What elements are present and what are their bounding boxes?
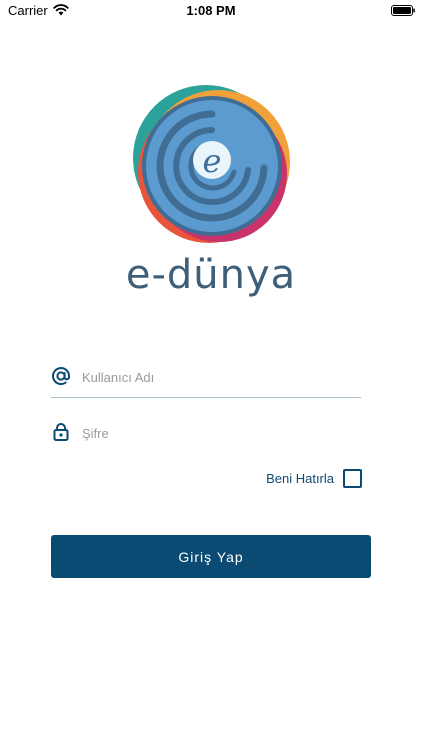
status-time: 1:08 PM bbox=[186, 3, 236, 18]
username-input[interactable] bbox=[82, 364, 352, 390]
at-sign-icon bbox=[52, 367, 70, 386]
brand-name: e-dünya bbox=[125, 252, 297, 298]
remember-me-checkbox[interactable] bbox=[343, 469, 362, 488]
battery-icon bbox=[391, 5, 415, 16]
brand-logo: e bbox=[133, 85, 290, 243]
logo-letter: e bbox=[203, 142, 222, 180]
remember-me-row[interactable]: Beni Hatırla bbox=[51, 468, 362, 490]
password-field[interactable] bbox=[51, 414, 361, 454]
login-button[interactable]: Giriş Yap bbox=[51, 535, 371, 578]
lock-icon bbox=[53, 423, 69, 441]
username-field[interactable] bbox=[51, 358, 361, 398]
status-bar: Carrier 1:08 PM bbox=[0, 0, 422, 22]
password-input[interactable] bbox=[82, 420, 352, 446]
remember-me-label: Beni Hatırla bbox=[266, 471, 334, 486]
